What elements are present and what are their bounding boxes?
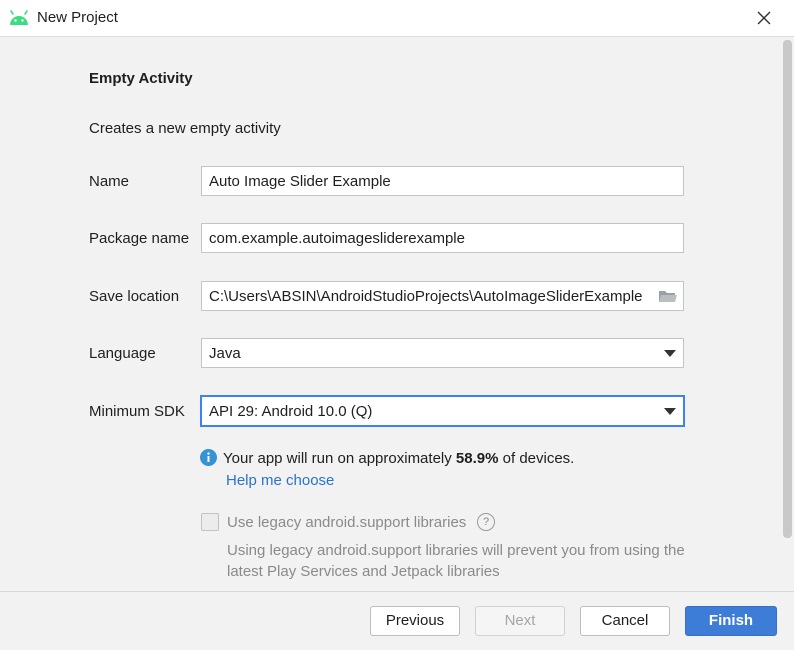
name-input[interactable] (209, 167, 649, 195)
close-button[interactable] (748, 2, 780, 34)
name-label: Name (89, 173, 130, 190)
template-heading: Empty Activity (89, 70, 193, 87)
minimum-sdk-dropdown[interactable]: API 29: Android 10.0 (Q) (200, 395, 685, 427)
close-icon (757, 11, 771, 25)
language-selected: Java (209, 345, 241, 362)
save-location-label: Save location (89, 288, 180, 305)
help-me-choose-link[interactable]: Help me choose (226, 472, 334, 489)
name-field[interactable] (201, 166, 684, 196)
save-location-input[interactable] (209, 282, 654, 310)
chevron-down-icon (664, 408, 676, 415)
package-input[interactable] (209, 224, 649, 252)
template-description: Creates a new empty activity (89, 120, 281, 137)
next-button[interactable]: Next (475, 606, 565, 636)
legacy-support-label: Use legacy android.support libraries (227, 514, 467, 531)
coverage-percent: 58.9% (455, 450, 499, 467)
help-icon[interactable]: ? (477, 513, 495, 531)
folder-icon[interactable] (658, 288, 678, 304)
android-icon (10, 10, 28, 25)
device-coverage-text: Your app will run on approximately 58.9%… (223, 450, 575, 467)
package-label: Package name (89, 230, 190, 247)
chevron-down-icon (664, 350, 676, 357)
language-dropdown[interactable]: Java (201, 338, 684, 368)
title-bar: New Project (0, 0, 794, 37)
finish-button[interactable]: Finish (685, 606, 777, 636)
package-field[interactable] (201, 223, 684, 253)
minimum-sdk-selected: API 29: Android 10.0 (Q) (209, 403, 373, 420)
legacy-support-description: Using legacy android.support libraries w… (227, 542, 685, 580)
window-title: New Project (37, 9, 118, 26)
scrollbar-thumb[interactable] (783, 40, 792, 538)
previous-button[interactable]: Previous (370, 606, 460, 636)
legacy-support-checkbox[interactable] (201, 513, 219, 531)
cancel-button[interactable]: Cancel (580, 606, 670, 636)
save-location-field[interactable] (201, 281, 684, 311)
minimum-sdk-label: Minimum SDK (89, 403, 185, 420)
info-icon (200, 449, 217, 466)
language-label: Language (89, 345, 156, 362)
